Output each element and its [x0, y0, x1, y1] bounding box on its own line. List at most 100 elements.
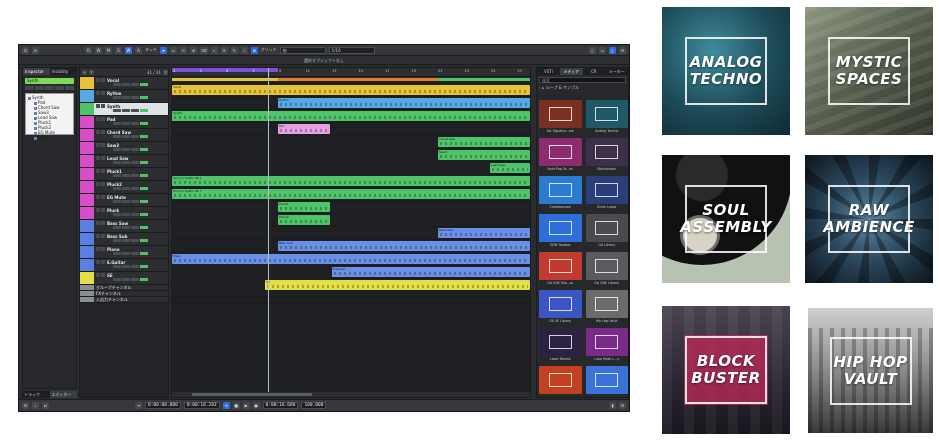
marker-verse[interactable]: [278, 78, 438, 81]
track-lane[interactable]: Pad: [172, 123, 530, 136]
track-write-button[interactable]: [122, 122, 130, 125]
track-edit-button[interactable]: [131, 226, 139, 229]
snap-toggle-icon[interactable]: ⊞: [250, 46, 258, 54]
event-part[interactable]: Synth: [172, 111, 530, 121]
position-display[interactable]: 0:00:16.688: [262, 402, 299, 409]
track-color-strip[interactable]: [80, 220, 94, 232]
event-part[interactable]: Pad: [278, 124, 330, 134]
draw-tool-icon[interactable]: ✎: [230, 46, 238, 54]
bar-select[interactable]: 拍: [279, 46, 326, 54]
transport-settings-icon[interactable]: ⚙: [22, 402, 29, 409]
track-read-button[interactable]: [113, 161, 121, 164]
track-read-button[interactable]: [113, 239, 121, 242]
track-header[interactable]: Chord Saw: [80, 129, 168, 142]
track-solo-button[interactable]: [101, 117, 105, 121]
track-lane[interactable]: Piano: [172, 253, 530, 266]
lower-zone-toggle-icon[interactable]: ▭: [599, 46, 606, 54]
track-monitor-button[interactable]: [140, 213, 148, 216]
event-part[interactable]: Piano: [172, 254, 530, 264]
track-mute-button[interactable]: [96, 182, 100, 186]
track-monitor-button[interactable]: [140, 83, 148, 86]
track-monitor-button[interactable]: [140, 148, 148, 151]
cycle-button[interactable]: ⟲: [222, 402, 230, 409]
tab-vsti[interactable]: VSTi: [537, 68, 560, 75]
media-item[interactable]: Rock Pop To...es: [539, 138, 582, 174]
media-item[interactable]: GA Library: [585, 214, 628, 250]
track-color-strip[interactable]: [80, 90, 94, 102]
marker-chorus[interactable]: [438, 78, 530, 81]
track-edit-button[interactable]: [131, 148, 139, 151]
read-mode-button[interactable]: A: [135, 46, 142, 54]
event-part[interactable]: Pluck1: [278, 202, 330, 212]
track-edit-button[interactable]: [131, 278, 139, 281]
event-part[interactable]: Pluck2: [278, 215, 330, 225]
track-solo-button[interactable]: [101, 221, 105, 225]
track-filter-icon[interactable]: ⚲: [163, 69, 168, 75]
track-write-button[interactable]: [122, 135, 130, 138]
track-mute-button[interactable]: [96, 78, 100, 82]
right-locator[interactable]: 0:00:18.283: [183, 402, 220, 409]
track-mute-button[interactable]: [96, 260, 100, 264]
track-header[interactable]: Saw3: [80, 142, 168, 155]
tab-tracks[interactable]: トラック: [22, 391, 50, 398]
track-read-button[interactable]: [113, 83, 121, 86]
track-read-button[interactable]: [113, 109, 121, 112]
track-edit-button[interactable]: [131, 187, 139, 190]
track-monitor-button[interactable]: [140, 187, 148, 190]
solo-button[interactable]: S: [115, 46, 122, 54]
constrain-delay-button[interactable]: ⟳: [32, 46, 39, 54]
track-solo-button[interactable]: [101, 182, 105, 186]
horizontal-scrollbar[interactable]: [172, 392, 530, 397]
monitor-button[interactable]: M: [105, 46, 112, 54]
event-part[interactable]: E.Guitar: [332, 267, 530, 277]
marker-intro[interactable]: [172, 78, 278, 81]
scrollbar-thumb[interactable]: [192, 393, 312, 396]
tile-soul-assembly[interactable]: SOUL ASSEMBLY: [662, 155, 790, 283]
track-header[interactable]: Pluck1: [80, 168, 168, 181]
media-item[interactable]: Caleidoscope: [539, 176, 582, 212]
track-mute-button[interactable]: [96, 130, 100, 134]
track-write-button[interactable]: [122, 213, 130, 216]
event-part[interactable]: Bass Sub: [278, 241, 530, 251]
track-lane[interactable]: Chord Saw: [172, 136, 530, 149]
track-write-button[interactable]: [122, 96, 130, 99]
track-mute-button[interactable]: [96, 91, 100, 95]
track-write-button[interactable]: [122, 83, 130, 86]
inspector-read-button[interactable]: [45, 86, 54, 90]
transport-sync-icon[interactable]: ⇄: [42, 402, 49, 409]
track-mute-button[interactable]: [96, 221, 100, 225]
play-button[interactable]: ▶: [242, 402, 250, 409]
track-color-strip[interactable]: [80, 272, 94, 284]
breadcrumb[interactable]: ‹ ⌂ ループ & サンプル: [539, 85, 626, 91]
event-part[interactable]: Vocal: [172, 85, 530, 95]
track-read-button[interactable]: [113, 122, 121, 125]
track-read-button[interactable]: [113, 265, 121, 268]
track-mute-button[interactable]: [96, 208, 100, 212]
track-write-button[interactable]: [122, 161, 130, 164]
window-layout-icon[interactable]: ⚙: [619, 46, 626, 54]
track-read-button[interactable]: [113, 226, 121, 229]
track-color-strip[interactable]: [80, 285, 94, 290]
erase-tool-icon[interactable]: ⌫: [200, 46, 208, 54]
track-monitor-button[interactable]: [140, 226, 148, 229]
cycle-range[interactable]: [172, 68, 278, 72]
track-lane[interactable]: Wz Loo Sustin 86 Y: [172, 188, 530, 201]
tile-hip-hop-vault[interactable]: HIP HOP VAULT: [808, 308, 933, 433]
grid-type-label[interactable]: グリッド: [261, 47, 277, 53]
read-automation-button[interactable]: R: [85, 46, 92, 54]
track-monitor-button[interactable]: [140, 252, 148, 255]
inspector-track-name[interactable]: Synth: [25, 78, 74, 84]
track-lane[interactable]: SE: [172, 279, 530, 292]
track-read-button[interactable]: [113, 213, 121, 216]
track-lane[interactable]: Wz Loo Sustin 86 Y: [172, 175, 530, 188]
event-part[interactable]: Bass Saw: [438, 228, 530, 238]
write-automation-button[interactable]: W: [95, 46, 102, 54]
track-monitor-button[interactable]: [140, 122, 148, 125]
track-mute-button[interactable]: [96, 104, 100, 108]
track-header[interactable]: Lead Saw: [80, 155, 168, 168]
track-read-button[interactable]: [113, 200, 121, 203]
quantize-select[interactable]: 1/16: [328, 46, 375, 54]
tile-raw-ambience[interactable]: RAW AMBIENCE: [805, 155, 933, 283]
track-lane[interactable]: Bass Sub: [172, 240, 530, 253]
track-read-button[interactable]: [113, 148, 121, 151]
